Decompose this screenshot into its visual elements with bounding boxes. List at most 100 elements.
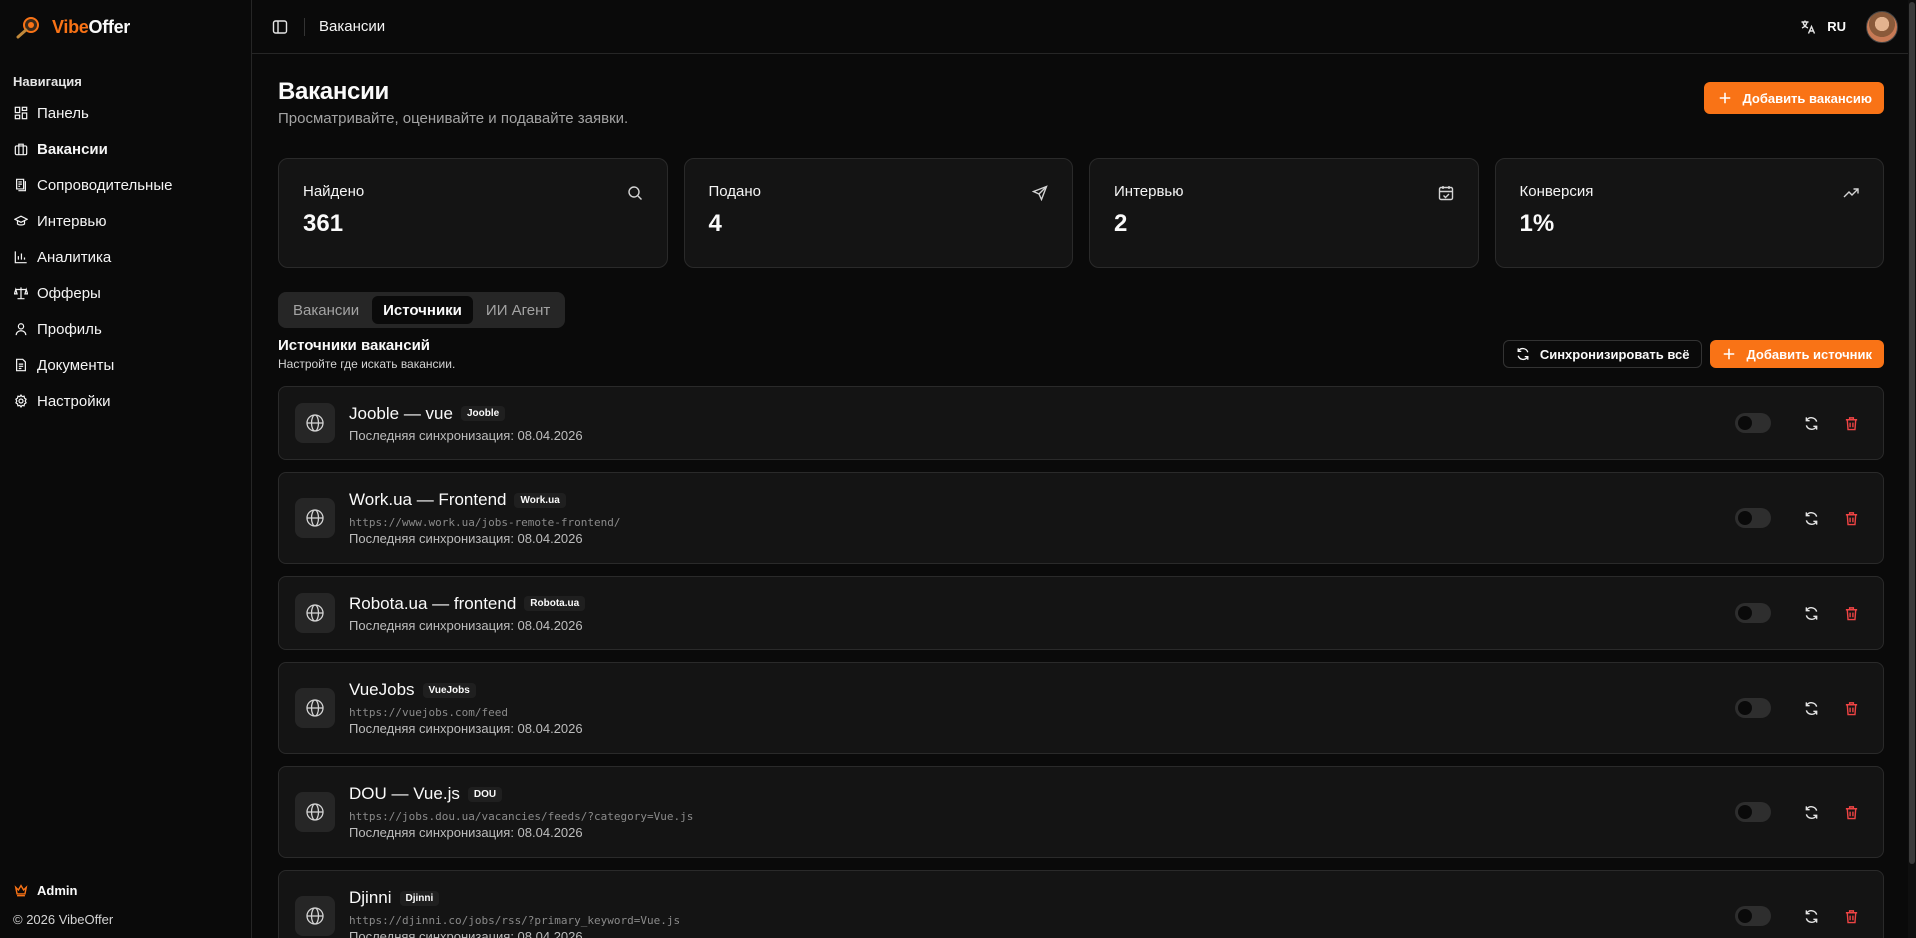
trash-icon [1845, 805, 1857, 819]
stat-label: Подано [708, 183, 762, 200]
avatar[interactable] [1866, 10, 1898, 43]
trending-up-icon [1843, 188, 1859, 198]
sidebar-item-label: Настройки [37, 392, 111, 410]
sidebar-item-offers[interactable]: Офферы [0, 275, 251, 311]
source-badge: DOU [467, 786, 503, 802]
globe-icon [295, 593, 335, 633]
sync-all-button[interactable]: Синхронизировать всё [1502, 340, 1703, 368]
sync-source-button[interactable] [1795, 597, 1827, 629]
refresh-icon [1517, 347, 1529, 361]
sidebar-item-label: Интервью [37, 212, 107, 230]
brand-name: VibeOffer [52, 16, 131, 37]
source-last-sync: Последняя синхронизация: 08.04.2026 [349, 721, 583, 736]
delete-source-button[interactable] [1835, 502, 1867, 534]
tab-vacancies[interactable]: Вакансии [282, 296, 370, 324]
sidebar-item-interviews[interactable]: Интервью [0, 203, 251, 239]
source-name: DOU — Vue.js [349, 784, 460, 803]
breadcrumb: Вакансии [319, 18, 386, 35]
list-item: Work.ua — Frontend Work.ua https://www.w… [278, 472, 1884, 564]
add-source-label: Добавить источник [1746, 346, 1872, 362]
panel-left-icon [272, 19, 288, 34]
source-badge: Work.ua [514, 492, 566, 508]
source-badge: Jooble [460, 406, 506, 421]
stat-card-found: Найдено 361 [278, 158, 668, 268]
stat-card-conversion: Конверсия 1% [1494, 158, 1884, 268]
stat-value: 361 [303, 210, 344, 237]
graduation-cap-icon [14, 215, 28, 226]
source-toggle[interactable] [1735, 698, 1771, 718]
source-last-sync: Последняя синхронизация: 08.04.2026 [349, 617, 583, 633]
tab-sources[interactable]: Источники [372, 296, 473, 324]
delete-source-button[interactable] [1835, 796, 1867, 828]
search-icon [627, 186, 642, 200]
briefcase-icon [14, 143, 28, 156]
language-icon[interactable] [1799, 18, 1817, 36]
admin-link[interactable]: Admin [0, 876, 251, 904]
source-name: Djinni [349, 888, 392, 907]
brand[interactable]: VibeOffer [0, 0, 251, 54]
source-toggle[interactable] [1735, 413, 1771, 433]
sidebar-item-label: Профиль [37, 320, 102, 338]
source-toggle[interactable] [1735, 802, 1771, 822]
scrollbar[interactable] [1908, 0, 1916, 938]
trash-icon [1845, 511, 1857, 525]
delete-source-button[interactable] [1835, 900, 1867, 932]
sidebar-item-documents[interactable]: Документы [0, 347, 251, 383]
page-header: Вакансии Просматривайте, оценивайте и по… [278, 78, 1884, 127]
sync-source-button[interactable] [1795, 900, 1827, 932]
stat-card-applied: Подано 4 [683, 158, 1073, 268]
sources-actions: Синхронизировать всё Добавить источник [1502, 340, 1884, 368]
source-name: Work.ua — Frontend [349, 490, 507, 509]
list-item: VueJobs VueJobs https://vuejobs.com/feed… [278, 662, 1884, 754]
sidebar-item-label: Офферы [37, 284, 101, 302]
source-last-sync: Последняя синхронизация: 08.04.2026 [349, 929, 583, 938]
sidebar-footer: Admin © 2026 VibeOffer [0, 876, 251, 938]
refresh-icon [1805, 805, 1817, 819]
trash-icon [1845, 909, 1857, 923]
sidebar-item-profile[interactable]: Профиль [0, 311, 251, 347]
page-content: Вакансии Просматривайте, оценивайте и по… [252, 54, 1916, 938]
sync-source-button[interactable] [1795, 407, 1827, 439]
stat-label: Конверсия [1519, 183, 1594, 200]
topbar: Вакансии RU [252, 0, 1916, 54]
source-badge: Robota.ua [524, 596, 586, 611]
stat-label: Интервью [1114, 183, 1184, 200]
delete-source-button[interactable] [1835, 597, 1867, 629]
globe-icon [295, 498, 335, 538]
delete-source-button[interactable] [1835, 692, 1867, 724]
sidebar-item-label: Панель [37, 104, 89, 122]
add-vacancy-button[interactable]: Добавить вакансию [1704, 82, 1884, 114]
add-source-button[interactable]: Добавить источник [1710, 340, 1884, 368]
topbar-right: RU [1799, 10, 1898, 43]
gear-icon [15, 394, 27, 408]
sidebar-toggle-button[interactable] [270, 17, 290, 37]
language-switcher[interactable]: RU [1827, 19, 1846, 34]
delete-source-button[interactable] [1835, 407, 1867, 439]
sync-source-button[interactable] [1795, 502, 1827, 534]
sidebar-item-analytics[interactable]: Аналитика [0, 239, 251, 275]
source-badge: Djinni [399, 890, 440, 906]
calendar-check-icon [1438, 186, 1453, 201]
sync-source-button[interactable] [1795, 692, 1827, 724]
stats-grid: Найдено 361 Подано 4 Интервью 2 Конверси… [278, 158, 1884, 268]
source-name: VueJobs [349, 680, 415, 699]
crown-icon [14, 884, 28, 897]
sources-subtitle: Настройте где искать вакансии. [278, 357, 456, 371]
sidebar: VibeOffer Навигация Панель Вакансии Сопр… [0, 0, 252, 938]
user-icon [15, 323, 27, 336]
tab-ai-agent[interactable]: ИИ Агент [475, 296, 561, 324]
scrollbar-thumb[interactable] [1909, 2, 1915, 864]
sidebar-item-cover-letters[interactable]: Сопроводительные [0, 167, 251, 203]
refresh-icon [1805, 909, 1817, 923]
source-toggle[interactable] [1735, 508, 1771, 528]
globe-icon [295, 688, 335, 728]
source-toggle[interactable] [1735, 603, 1771, 623]
sidebar-item-dashboard[interactable]: Панель [0, 95, 251, 131]
sync-source-button[interactable] [1795, 796, 1827, 828]
page-subtitle: Просматривайте, оценивайте и подавайте з… [278, 110, 629, 127]
sidebar-item-vacancies[interactable]: Вакансии [0, 131, 251, 167]
list-item: Djinni Djinni https://djinni.co/jobs/rss… [278, 870, 1884, 938]
add-vacancy-label: Добавить вакансию [1742, 90, 1872, 106]
source-toggle[interactable] [1735, 906, 1771, 926]
sidebar-item-settings[interactable]: Настройки [0, 383, 251, 419]
